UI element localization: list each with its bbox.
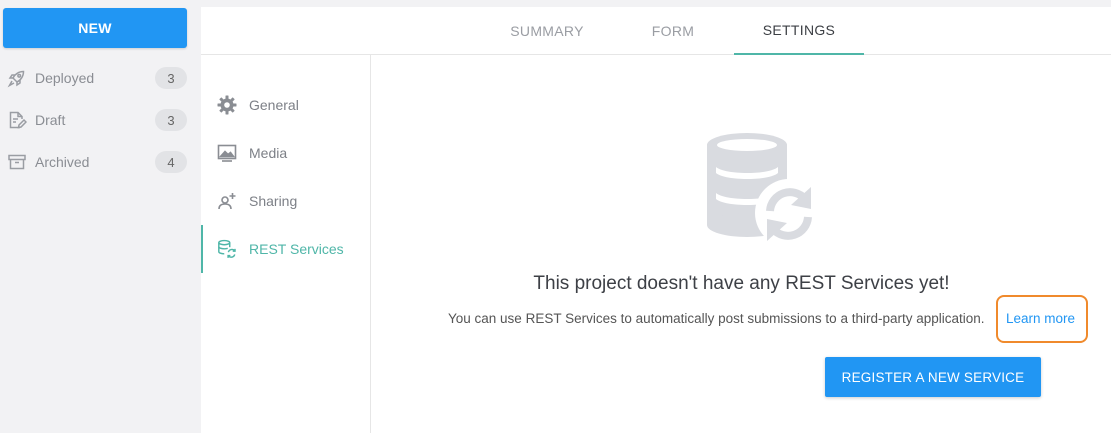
settings-nav-general[interactable]: General	[201, 81, 370, 129]
sidebar-item-deployed[interactable]: Deployed 3	[0, 63, 195, 93]
empty-state-description: You can use REST Services to automatical…	[448, 311, 985, 326]
media-icon	[217, 143, 237, 163]
sidebar-item-label: Draft	[35, 112, 66, 128]
settings-nav-label: Media	[249, 145, 288, 161]
database-sync-icon	[217, 239, 237, 259]
database-sync-icon	[707, 131, 823, 247]
add-user-icon	[217, 191, 237, 211]
sidebar-item-label: Archived	[35, 154, 90, 170]
settings-nav-sharing[interactable]: Sharing	[201, 177, 370, 225]
highlight-annotation	[996, 295, 1088, 343]
sidebar-item-draft[interactable]: Draft 3	[0, 105, 195, 135]
empty-state-title: This project doesn't have any REST Servi…	[533, 273, 950, 294]
tab-form[interactable]: FORM	[631, 7, 715, 55]
settings-nav-label: Sharing	[249, 193, 298, 209]
settings-nav-rest-services[interactable]: REST Services	[201, 225, 370, 273]
new-button[interactable]: NEW	[3, 8, 187, 48]
count-badge: 3	[155, 67, 187, 89]
gear-icon	[217, 95, 237, 115]
sidebar-item-label: Deployed	[35, 70, 95, 86]
settings-nav-label: REST Services	[249, 241, 344, 257]
project-panel: SUMMARY FORM SETTINGS General Media Shar…	[201, 7, 1111, 433]
rocket-icon	[7, 68, 27, 88]
count-badge: 3	[155, 109, 187, 131]
sidebar-item-archived[interactable]: Archived 4	[0, 147, 195, 177]
settings-nav: General Media Sharing REST Services	[201, 55, 371, 433]
draft-document-icon	[7, 110, 27, 130]
register-service-button[interactable]: REGISTER A NEW SERVICE	[825, 357, 1041, 397]
tab-summary[interactable]: SUMMARY	[495, 7, 599, 55]
count-badge: 4	[155, 151, 187, 173]
rest-services-content: This project doesn't have any REST Servi…	[372, 55, 1111, 433]
archive-box-icon	[7, 152, 27, 172]
settings-nav-label: General	[249, 97, 299, 113]
tab-settings[interactable]: SETTINGS	[734, 7, 864, 55]
projects-sidebar: NEW Deployed 3 Draft 3 Archived 4	[0, 0, 200, 433]
settings-nav-media[interactable]: Media	[201, 129, 370, 177]
project-tabs: SUMMARY FORM SETTINGS	[201, 7, 1111, 55]
